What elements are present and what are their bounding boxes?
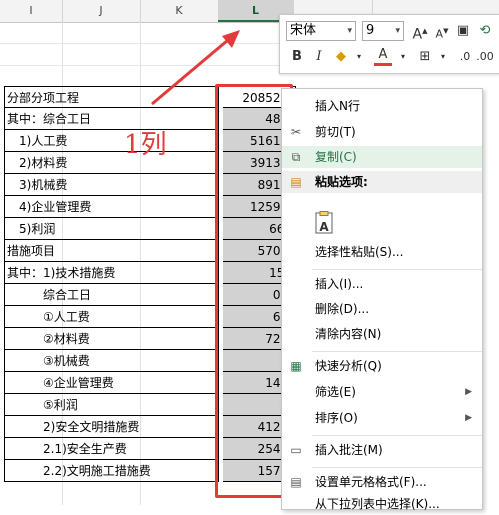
menu-item-quick-analysis[interactable]: ▦ 快速分析(Q) bbox=[282, 355, 482, 377]
menu-item-delete[interactable]: 删除(D)... bbox=[282, 298, 482, 320]
quick-analysis-icon: ▦ bbox=[290, 359, 302, 373]
menu-item-label: 插入(I)... bbox=[315, 277, 364, 291]
menu-item-clear-contents[interactable]: 清除内容(N) bbox=[282, 323, 482, 345]
menu-item-insert-comment[interactable]: ▭ 插入批注(M) bbox=[282, 439, 482, 461]
menu-item-copy[interactable]: ⧉ 复制(C) bbox=[282, 146, 482, 168]
scissors-icon: ✂ bbox=[290, 125, 302, 139]
shrink-font-button[interactable]: A▼ bbox=[433, 21, 451, 41]
menu-item-cut[interactable]: ✂ 剪切(T) bbox=[282, 121, 482, 143]
menu-item-label: 筛选(E) bbox=[315, 385, 356, 399]
menu-separator bbox=[312, 351, 482, 352]
menu-item-sort[interactable]: 排序(O) ▶ bbox=[282, 407, 482, 429]
menu-separator bbox=[312, 269, 482, 270]
font-size-dropdown[interactable]: 9 ▾ bbox=[362, 21, 404, 41]
menu-item-format-cells[interactable]: ▤ 设置单元格格式(F)... bbox=[282, 471, 482, 493]
menu-item-insert[interactable]: 插入(I)... bbox=[282, 273, 482, 295]
menu-item-label: 删除(D)... bbox=[315, 302, 370, 316]
insert-comment-icon: ▭ bbox=[290, 443, 302, 457]
chevron-down-icon: ▾ bbox=[347, 26, 352, 36]
paste-icon: ▤ bbox=[290, 175, 302, 189]
menu-item-filter[interactable]: 筛选(E) ▶ bbox=[282, 381, 482, 403]
format-cells-icon: ▤ bbox=[290, 475, 302, 489]
chevron-down-icon[interactable]: ▾ bbox=[434, 47, 452, 67]
context-menu: 插入N行 ✂ 剪切(T) ⧉ 复制(C) ▤ 粘贴选项: A 选择性粘贴(S).… bbox=[281, 88, 483, 511]
chevron-down-icon: ▾ bbox=[395, 26, 400, 36]
menu-item-label: 剪切(T) bbox=[315, 125, 356, 139]
menu-item-label: 排序(O) bbox=[315, 411, 358, 425]
menu-item-label: 设置单元格格式(F)... bbox=[315, 475, 427, 489]
menu-item-label: 复制(C) bbox=[315, 150, 357, 164]
menu-item-label: 插入N行 bbox=[315, 99, 360, 113]
copy-icon: ⧉ bbox=[291, 150, 301, 164]
chevron-down-icon[interactable]: ▾ bbox=[394, 47, 412, 67]
borders-icon[interactable]: ⊞ bbox=[416, 47, 434, 67]
menu-item-label: 选择性粘贴(S)... bbox=[315, 245, 404, 259]
shrink-font-glyph: A bbox=[435, 27, 444, 41]
paste-text-only-icon[interactable]: A bbox=[314, 211, 336, 235]
grow-font-button[interactable]: A▲ bbox=[411, 21, 429, 43]
menu-section-paste-options: ▤ 粘贴选项: bbox=[282, 171, 482, 193]
svg-text:A: A bbox=[319, 220, 329, 234]
menu-item-label: 快速分析(Q) bbox=[315, 359, 382, 373]
fill-color-icon[interactable]: ◆ bbox=[332, 47, 350, 67]
menu-item-label: 插入批注(M) bbox=[315, 443, 383, 457]
format-painter-icon[interactable]: ⟲ bbox=[476, 21, 494, 41]
font-size-value: 9 bbox=[366, 23, 375, 38]
chevron-down-icon[interactable]: ▾ bbox=[350, 47, 368, 67]
menu-item-label: 从下拉列表中选择(K)... bbox=[315, 497, 440, 511]
font-color-button[interactable]: A bbox=[374, 47, 392, 66]
increase-decimal-icon[interactable]: .00 bbox=[476, 47, 494, 67]
menu-separator bbox=[312, 467, 482, 468]
menu-item-label: 粘贴选项: bbox=[315, 175, 368, 189]
italic-button[interactable]: I bbox=[310, 47, 328, 67]
font-name-value: 宋体 bbox=[290, 23, 317, 38]
annotation-label: 1列 bbox=[124, 130, 167, 160]
menu-item-pick-from-list[interactable]: 从下拉列表中选择(K)... bbox=[282, 493, 482, 515]
menu-item-paste-special[interactable]: 选择性粘贴(S)... bbox=[282, 241, 482, 263]
number-format-icon[interactable]: ▣ bbox=[454, 21, 472, 41]
decrease-decimal-icon[interactable]: .0 bbox=[456, 47, 474, 67]
grow-font-glyph: A bbox=[412, 26, 423, 43]
menu-item-insert-rows[interactable]: 插入N行 bbox=[282, 95, 482, 117]
chevron-right-icon: ▶ bbox=[465, 413, 472, 423]
menu-separator bbox=[312, 435, 482, 436]
chevron-right-icon: ▶ bbox=[465, 387, 472, 397]
bold-button[interactable]: B bbox=[288, 47, 306, 67]
mini-format-toolbar: 宋体 ▾ 9 ▾ A▲ A▼ ▣ ⟲ B I ◆ ▾ A ▾ ⊞ ▾ .0 .0… bbox=[279, 14, 499, 74]
font-name-dropdown[interactable]: 宋体 ▾ bbox=[286, 21, 356, 41]
menu-item-label: 清除内容(N) bbox=[315, 327, 382, 341]
